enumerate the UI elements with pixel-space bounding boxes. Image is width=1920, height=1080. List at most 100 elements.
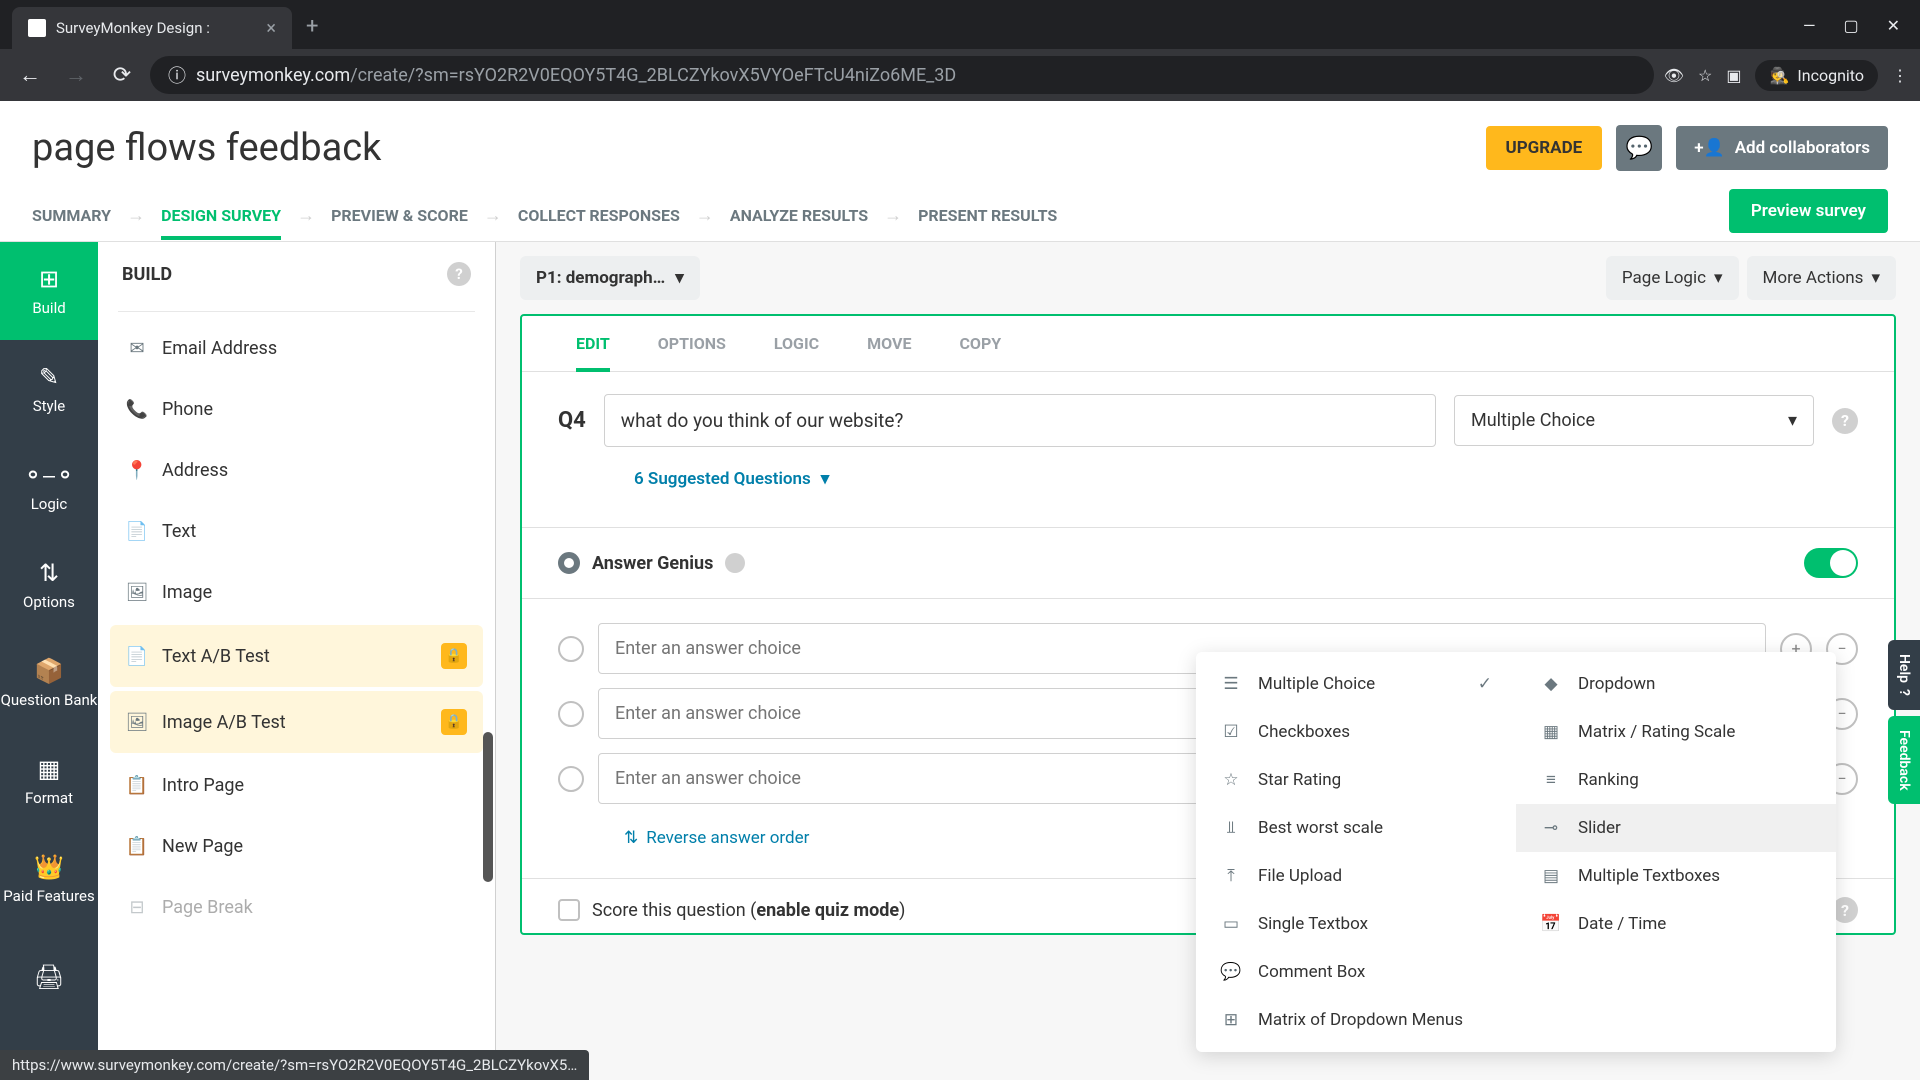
score-label: Score this question (enable quiz mode)	[592, 900, 905, 921]
build-item-address[interactable]: 📍Address	[110, 442, 483, 499]
qtab-logic[interactable]: LOGIC	[750, 316, 843, 371]
qtab-move[interactable]: MOVE	[843, 316, 935, 371]
site-info-icon[interactable]: ⓘ	[168, 62, 186, 88]
rail-format[interactable]: ▦Format	[0, 732, 98, 830]
minimize-icon[interactable]: —	[1803, 16, 1816, 35]
chevron-down-icon: ▾	[1871, 268, 1880, 288]
build-item-phone[interactable]: 📞Phone	[110, 381, 483, 438]
calendar-icon: 📅	[1540, 914, 1562, 934]
build-panel-title: BUILD	[122, 264, 172, 285]
qtype-single-textbox[interactable]: ▭Single Textbox	[1196, 900, 1516, 948]
qtype-date-time[interactable]: 📅Date / Time	[1516, 900, 1836, 948]
pagebreak-icon: ⊟	[126, 897, 148, 918]
new-tab-button[interactable]: +	[292, 14, 332, 49]
feedback-side-tab[interactable]: Feedback	[1888, 716, 1920, 805]
build-item-text-ab[interactable]: 📄Text A/B Test🔒	[110, 625, 483, 687]
rail-logic[interactable]: ⚬⎯⚬Logic	[0, 438, 98, 536]
box-icon: 📦	[34, 657, 64, 685]
qtype-ranking[interactable]: ≡Ranking	[1516, 756, 1836, 804]
help-icon[interactable]	[725, 553, 745, 573]
qtype-slider[interactable]: ⊸Slider	[1516, 804, 1836, 852]
crown-icon: 👑	[34, 853, 64, 881]
question-number: Q4	[558, 408, 586, 433]
tab-present-results[interactable]: PRESENT RESULTS	[918, 192, 1057, 239]
qtab-copy[interactable]: COPY	[935, 316, 1025, 371]
qtab-edit[interactable]: EDIT	[552, 316, 634, 371]
suggested-questions-link[interactable]: 6 Suggested Questions ▾	[558, 463, 1858, 505]
page-selector[interactable]: P1: demograph… ▾	[520, 256, 700, 300]
tab-collect-responses[interactable]: COLLECT RESPONSES	[518, 192, 680, 239]
build-item-intro-page[interactable]: 📋Intro Page	[110, 757, 483, 814]
rail-style[interactable]: ✎Style	[0, 340, 98, 438]
answer-genius-radio[interactable]	[558, 552, 580, 574]
multitext-icon: ▤	[1540, 866, 1562, 886]
rail-options[interactable]: ⇅Options	[0, 536, 98, 634]
comment-icon: 💬	[1220, 962, 1242, 982]
bookmark-icon[interactable]: ☆	[1698, 66, 1712, 85]
qtype-best-worst[interactable]: ⫫Best worst scale	[1196, 804, 1516, 852]
qtype-checkboxes[interactable]: ☑Checkboxes	[1196, 708, 1516, 756]
menu-icon[interactable]: ⋮	[1892, 66, 1908, 85]
help-icon[interactable]: ?	[1832, 408, 1858, 434]
tab-title: SurveyMonkey Design :	[56, 19, 210, 37]
score-checkbox[interactable]	[558, 899, 580, 921]
rail-question-bank[interactable]: 📦Question Bank	[0, 634, 98, 732]
list-icon: ☰	[1220, 674, 1242, 694]
back-button[interactable]: ←	[12, 57, 48, 93]
qtab-options[interactable]: OPTIONS	[634, 316, 750, 371]
rail-paid-features[interactable]: 👑Paid Features	[0, 830, 98, 928]
qtype-multi-textbox[interactable]: ▤Multiple Textboxes	[1516, 852, 1836, 900]
build-item-email[interactable]: ✉Email Address	[110, 320, 483, 377]
tab-design-survey[interactable]: DESIGN SURVEY	[161, 192, 281, 239]
ranking-icon: ≡	[1540, 770, 1562, 790]
answer-radio	[558, 766, 584, 792]
help-icon[interactable]: ?	[447, 262, 471, 286]
reload-button[interactable]: ⟳	[104, 57, 140, 93]
preview-survey-button[interactable]: Preview survey	[1729, 189, 1888, 233]
tab-analyze-results[interactable]: ANALYZE RESULTS	[730, 192, 868, 239]
chevron-down-icon: ▾	[821, 469, 830, 489]
panel-icon[interactable]: ▣	[1726, 66, 1741, 85]
answer-genius-toggle[interactable]	[1804, 548, 1858, 578]
close-tab-icon[interactable]: ×	[266, 18, 276, 39]
qtype-dropdown[interactable]: ◆Dropdown	[1516, 660, 1836, 708]
build-item-image-ab[interactable]: 🖼Image A/B Test🔒	[110, 691, 483, 753]
address-bar[interactable]: ⓘ surveymonkey.com/create/?sm=rsYO2R2V0E…	[150, 56, 1654, 94]
upload-icon: ⤒	[1220, 866, 1242, 886]
brush-icon: ✎	[39, 363, 59, 391]
browser-tab-strip: SurveyMonkey Design : × + — ▢ ✕	[0, 0, 1920, 49]
qtype-star-rating[interactable]: ☆Star Rating	[1196, 756, 1516, 804]
close-window-icon[interactable]: ✕	[1887, 16, 1900, 35]
page-logic-button[interactable]: Page Logic▾	[1606, 256, 1739, 300]
eye-off-icon[interactable]: 👁	[1664, 66, 1684, 85]
add-collaborators-button[interactable]: +👤 Add collaborators	[1676, 126, 1888, 170]
qtype-multiple-choice[interactable]: ☰Multiple Choice✓	[1196, 660, 1516, 708]
qtype-file-upload[interactable]: ⤒File Upload	[1196, 852, 1516, 900]
more-actions-button[interactable]: More Actions▾	[1747, 256, 1896, 300]
window-controls: — ▢ ✕	[1783, 16, 1920, 49]
build-item-text[interactable]: 📄Text	[110, 503, 483, 560]
maximize-icon[interactable]: ▢	[1843, 16, 1858, 35]
incognito-badge[interactable]: 🕵 Incognito	[1755, 60, 1878, 91]
qtype-matrix-dropdown[interactable]: ⊞Matrix of Dropdown Menus	[1196, 996, 1836, 1044]
browser-tab[interactable]: SurveyMonkey Design : ×	[12, 7, 292, 49]
tab-preview-score[interactable]: PREVIEW & SCORE	[331, 192, 468, 239]
chevron-right-icon: →	[884, 205, 902, 226]
rail-print[interactable]: 🖨	[0, 928, 98, 1026]
rail-build[interactable]: ⊞Build	[0, 242, 98, 340]
comment-button[interactable]: 💬	[1616, 125, 1662, 171]
page-icon: 📋	[126, 775, 148, 796]
build-item-new-page[interactable]: 📋New Page	[110, 818, 483, 875]
bestworst-icon: ⫫	[1220, 818, 1242, 838]
qtype-comment-box[interactable]: 💬Comment Box	[1196, 948, 1516, 996]
qtype-matrix[interactable]: ▦Matrix / Rating Scale	[1516, 708, 1836, 756]
build-item-page-break[interactable]: ⊟Page Break	[110, 879, 483, 936]
help-side-tab[interactable]: Help?	[1888, 640, 1920, 710]
tab-summary[interactable]: SUMMARY	[32, 192, 111, 239]
upgrade-button[interactable]: UPGRADE	[1486, 126, 1603, 170]
checkbox-icon: ☑	[1220, 722, 1242, 742]
question-type-select[interactable]: Multiple Choice ▾	[1454, 395, 1814, 446]
question-text-input[interactable]	[604, 394, 1436, 447]
scrollbar-thumb[interactable]	[483, 732, 493, 882]
build-item-image[interactable]: 🖼Image	[110, 564, 483, 621]
